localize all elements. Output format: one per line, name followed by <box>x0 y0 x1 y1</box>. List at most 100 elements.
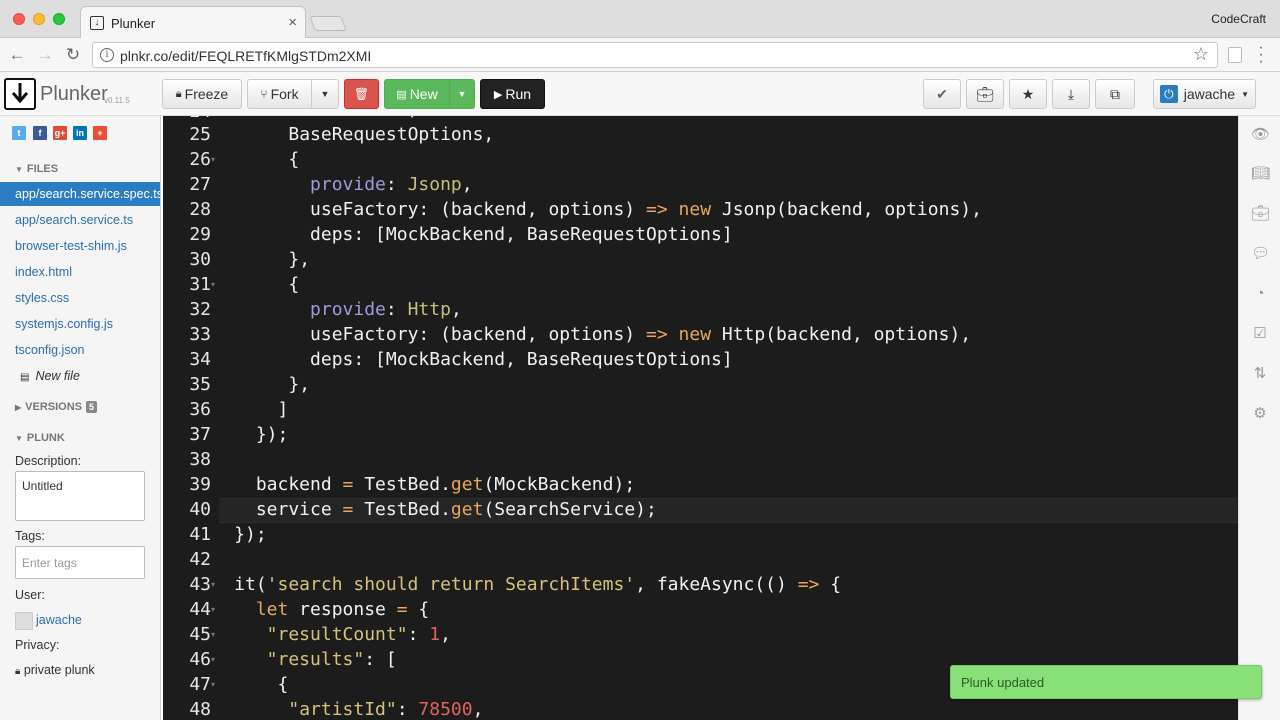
caret-down-icon: ▼ <box>457 89 467 99</box>
sync-arrows-icon[interactable]: ⇅ <box>1251 365 1269 383</box>
code-token: (MockBackend); <box>483 474 636 495</box>
code-line[interactable]: }, <box>288 372 310 397</box>
plunk-section-header[interactable]: ▼ PLUNK <box>15 432 65 444</box>
code-line[interactable]: provide: Jsonp, <box>310 172 473 197</box>
code-line[interactable]: "artistId": 78500, <box>288 697 483 720</box>
code-line[interactable]: }); <box>234 522 267 547</box>
code-token: get <box>450 474 484 495</box>
comments-icon[interactable]: 💬︎ <box>1251 245 1270 263</box>
new-button[interactable]: ▤ New <box>384 79 450 109</box>
dashboard-icon[interactable]: ◔ <box>1251 285 1269 303</box>
bookmark-star-icon[interactable]: ☆ <box>1193 44 1209 65</box>
code-line[interactable]: { <box>288 147 299 172</box>
fold-marker-icon[interactable]: ▾ <box>211 155 215 164</box>
extension-icon[interactable] <box>1228 47 1242 63</box>
line-number: 48 <box>189 699 211 720</box>
browser-menu-icon[interactable]: · · · <box>1256 40 1266 70</box>
freeze-button[interactable]: 🔒︎ Freeze <box>162 79 242 109</box>
code-line[interactable]: useFactory: (backend, options) => new Ht… <box>310 322 971 347</box>
close-window-button[interactable] <box>13 13 25 25</box>
code-line[interactable]: "resultCount": 1, <box>267 622 451 647</box>
code-line[interactable]: it('search should return SearchItems', f… <box>234 572 841 597</box>
fold-marker-icon[interactable]: ▾ <box>211 280 215 289</box>
preview-eye-icon[interactable]: 👁︎ <box>1251 126 1270 144</box>
user-menu-button[interactable]: ⏻ jawache ▼ <box>1153 79 1256 109</box>
line-number: 41 <box>189 524 211 545</box>
file-item[interactable]: styles.css <box>0 286 160 310</box>
code-line[interactable]: useFactory: (backend, options) => new Js… <box>310 197 982 222</box>
code-editor[interactable]: 24 25 26 27 28 29 30 31 32 33 34 35 36 3… <box>163 116 1238 720</box>
new-tab-button[interactable] <box>309 16 347 31</box>
code-line[interactable]: }, <box>288 247 310 272</box>
plunker-logo-icon[interactable] <box>4 78 36 110</box>
star-button[interactable]: ★ <box>1009 79 1047 109</box>
versions-section-header[interactable]: ▶ VERSIONS 5 <box>15 401 98 413</box>
delete-button[interactable]: 🗑︎ <box>344 79 379 109</box>
code-line[interactable]: backend = TestBed.get(MockBackend); <box>256 472 635 497</box>
share-plus-icon[interactable]: + <box>93 126 107 140</box>
download-button[interactable]: ⤓ <box>1052 79 1090 109</box>
fold-marker-icon[interactable]: ▾ <box>211 630 215 639</box>
toolbox-button[interactable]: 💼︎ <box>966 79 1004 109</box>
code-line[interactable]: "results": [ <box>267 647 397 672</box>
settings-gear-icon[interactable]: ⚙ <box>1251 405 1269 423</box>
description-textarea[interactable]: Untitled <box>15 471 145 521</box>
new-file-button[interactable]: ▤ New file <box>0 364 160 388</box>
user-link[interactable]: jawache <box>36 613 82 627</box>
check-button[interactable]: ✔ <box>923 79 961 109</box>
code-token: get <box>450 499 484 520</box>
maximize-window-button[interactable] <box>53 13 65 25</box>
code-token: }); <box>255 424 289 445</box>
url-text[interactable]: plnkr.co/edit/FEQLRETfKMlgSTDm2XMI <box>120 48 371 64</box>
profile-name[interactable]: CodeCraft <box>1211 12 1266 26</box>
code-line[interactable]: { <box>288 272 299 297</box>
file-item[interactable]: app/search.service.spec.ts <box>0 182 160 206</box>
notification-toast[interactable]: Plunk updated <box>950 665 1262 699</box>
code-line[interactable]: deps: [MockBackend, BaseRequestOptions] <box>310 347 733 372</box>
files-section-header[interactable]: ▼ FILES <box>15 163 58 175</box>
checkbox-icon[interactable]: ☑ <box>1251 325 1269 343</box>
facebook-icon[interactable]: f <box>33 126 47 140</box>
toolbox-icon[interactable]: 💼︎ <box>1251 205 1270 223</box>
twitter-icon[interactable]: t <box>12 126 26 140</box>
run-button[interactable]: ▶ Run <box>480 79 545 109</box>
browser-toolbar: ← → ↻ i plnkr.co/edit/FEQLRETfKMlgSTDm2X… <box>0 38 1280 72</box>
code-token: { <box>288 274 300 295</box>
google-plus-icon[interactable]: g+ <box>53 126 67 140</box>
file-item[interactable]: systemjs.config.js <box>0 312 160 336</box>
open-external-button[interactable]: ⧉ <box>1095 79 1135 109</box>
linkedin-icon[interactable]: in <box>73 126 87 140</box>
minimize-window-button[interactable] <box>33 13 45 25</box>
new-dropdown-button[interactable]: ▼ <box>449 79 475 109</box>
fold-marker-icon[interactable]: ▾ <box>211 605 215 614</box>
code-line[interactable]: provide: Http, <box>310 297 462 322</box>
file-item[interactable]: app/search.service.ts <box>0 208 160 232</box>
line-number: 46 <box>189 649 211 670</box>
fork-dropdown-button[interactable]: ▼ <box>311 79 339 109</box>
tags-input[interactable]: Enter tags <box>15 546 145 579</box>
close-tab-icon[interactable]: × <box>288 14 297 31</box>
fold-marker-icon[interactable]: ▾ <box>211 655 215 664</box>
code-line[interactable]: deps: [MockBackend, BaseRequestOptions] <box>310 222 733 247</box>
code-line[interactable]: ] <box>278 397 289 422</box>
fork-button[interactable]: ⑂ Fork <box>247 79 312 109</box>
browser-tab[interactable]: ↓ Plunker × <box>80 6 306 39</box>
forward-icon[interactable]: → <box>35 45 55 65</box>
code-line[interactable]: }); <box>256 422 289 447</box>
back-icon[interactable]: ← <box>7 45 27 65</box>
reload-icon[interactable]: ↻ <box>63 45 83 65</box>
file-item[interactable]: tsconfig.json <box>0 338 160 362</box>
info-icon[interactable]: i <box>100 48 114 62</box>
file-item[interactable]: index.html <box>0 260 160 284</box>
logo-text[interactable]: Plunker <box>40 83 108 106</box>
code-line[interactable]: let response = { <box>256 597 429 622</box>
file-item[interactable]: browser-test-shim.js <box>0 234 160 258</box>
code-line[interactable]: { <box>278 672 289 697</box>
address-bar[interactable]: i plnkr.co/edit/FEQLRETfKMlgSTDm2XMI ☆ <box>92 42 1218 68</box>
line-number: 35 <box>189 374 211 395</box>
book-icon[interactable]: 📖︎ <box>1251 165 1270 183</box>
fold-marker-icon[interactable]: ▾ <box>211 680 215 689</box>
code-line[interactable]: BaseRequestOptions, <box>288 122 494 147</box>
fold-marker-icon[interactable]: ▾ <box>211 580 215 589</box>
code-line[interactable]: service = TestBed.get(SearchService); <box>256 497 657 522</box>
